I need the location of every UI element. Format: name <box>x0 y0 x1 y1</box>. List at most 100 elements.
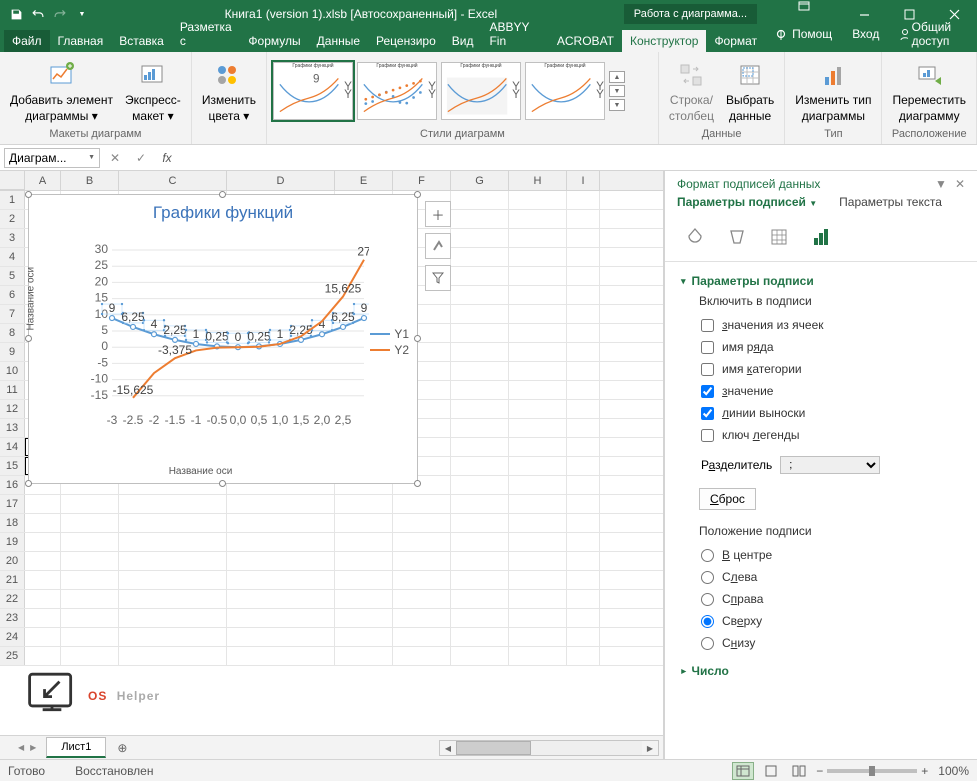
cell[interactable] <box>509 210 567 228</box>
sign-in[interactable]: Вход <box>842 23 889 45</box>
cell[interactable] <box>509 533 567 551</box>
zoom-slider[interactable] <box>827 769 917 773</box>
cell[interactable] <box>451 457 509 475</box>
cell[interactable] <box>335 628 393 646</box>
cell[interactable] <box>451 229 509 247</box>
cell[interactable] <box>567 229 600 247</box>
cell[interactable] <box>567 248 600 266</box>
cell[interactable] <box>451 514 509 532</box>
column-header[interactable]: A <box>25 171 61 190</box>
cell[interactable] <box>567 552 600 570</box>
save-icon[interactable] <box>8 6 24 22</box>
row-header[interactable]: 21 <box>0 571 25 589</box>
cell[interactable] <box>227 495 335 513</box>
column-header[interactable]: I <box>567 171 600 190</box>
cell[interactable] <box>451 571 509 589</box>
chart-styles-button[interactable] <box>425 233 451 259</box>
chart-title[interactable]: Графики функций <box>29 195 417 227</box>
column-header[interactable]: H <box>509 171 567 190</box>
cell[interactable] <box>567 286 600 304</box>
cell[interactable] <box>509 457 567 475</box>
cell[interactable] <box>451 191 509 209</box>
cell[interactable] <box>567 419 600 437</box>
tab-view[interactable]: Вид <box>444 30 482 52</box>
change-chart-type-button[interactable]: Изменить типдиаграммы <box>791 57 875 126</box>
cell[interactable] <box>61 533 119 551</box>
styles-scroll-up[interactable]: ▲ <box>609 71 625 83</box>
tab-design[interactable]: Конструктор <box>622 30 706 52</box>
cell[interactable] <box>451 343 509 361</box>
cell[interactable] <box>25 628 61 646</box>
label-options-icon[interactable] <box>807 223 835 251</box>
view-page-break-icon[interactable] <box>788 762 810 780</box>
cell[interactable] <box>227 590 335 608</box>
cell[interactable] <box>451 438 509 456</box>
chart-style-thumb[interactable]: Графики функцийY1Y2 <box>441 62 521 120</box>
chk-value[interactable]: значение <box>699 380 961 402</box>
cell[interactable] <box>567 476 600 494</box>
row-header[interactable]: 17 <box>0 495 25 513</box>
cell[interactable] <box>451 267 509 285</box>
cell[interactable] <box>509 324 567 342</box>
tab-formulas[interactable]: Формулы <box>240 30 308 52</box>
cell[interactable] <box>393 609 451 627</box>
chart-elements-button[interactable]: ＋ <box>425 201 451 227</box>
cell[interactable] <box>509 419 567 437</box>
row-header[interactable]: 3 <box>0 229 25 247</box>
fx-icon[interactable]: fx <box>156 148 178 168</box>
axis-title-x[interactable]: Название оси <box>29 466 372 477</box>
cell[interactable] <box>25 647 61 665</box>
cell[interactable] <box>227 571 335 589</box>
cell[interactable] <box>393 647 451 665</box>
rad-right[interactable]: Справа <box>699 588 961 610</box>
cell[interactable] <box>25 495 61 513</box>
column-header[interactable]: C <box>119 171 227 190</box>
cell[interactable] <box>61 552 119 570</box>
cell[interactable] <box>509 438 567 456</box>
cell[interactable] <box>567 457 600 475</box>
row-header[interactable]: 20 <box>0 552 25 570</box>
row-header[interactable]: 11 <box>0 381 25 399</box>
chart-filters-button[interactable] <box>425 265 451 291</box>
name-box[interactable]: Диаграм...▼ <box>4 148 100 168</box>
cell[interactable] <box>567 305 600 323</box>
separator-select[interactable]: ; <box>780 456 880 474</box>
chart-object[interactable]: Графики функций Название оси -15-10-5051… <box>28 194 418 484</box>
styles-more[interactable]: ▼ <box>609 99 625 111</box>
cell[interactable] <box>61 647 119 665</box>
cell[interactable] <box>393 628 451 646</box>
chk-leader-lines[interactable]: линии выноски <box>699 402 961 424</box>
cell[interactable] <box>567 647 600 665</box>
row-header[interactable]: 1 <box>0 191 25 209</box>
cell[interactable] <box>509 343 567 361</box>
row-header[interactable]: 10 <box>0 362 25 380</box>
cell[interactable] <box>567 628 600 646</box>
move-chart-button[interactable]: Переместитьдиаграмму <box>888 57 970 126</box>
cell[interactable] <box>567 571 600 589</box>
cell[interactable] <box>393 571 451 589</box>
tab-insert[interactable]: Вставка <box>111 30 172 52</box>
chart-style-thumb[interactable]: Графики функцийY1Y2 <box>525 62 605 120</box>
sheet-tab[interactable]: Лист1 <box>46 737 106 758</box>
styles-scroll-down[interactable]: ▼ <box>609 85 625 97</box>
axis-title-y[interactable]: Название оси <box>26 267 37 331</box>
column-header[interactable]: B <box>61 171 119 190</box>
zoom-level[interactable]: 100% <box>938 764 969 778</box>
cell[interactable] <box>567 590 600 608</box>
cell[interactable] <box>567 381 600 399</box>
pane-options-icon[interactable]: ▼ <box>935 177 947 191</box>
column-header[interactable]: E <box>335 171 393 190</box>
cell[interactable] <box>509 362 567 380</box>
select-all-triangle[interactable] <box>0 171 25 190</box>
reset-button[interactable]: Сброс <box>699 488 756 510</box>
cell[interactable] <box>61 514 119 532</box>
cell[interactable] <box>335 590 393 608</box>
undo-icon[interactable] <box>30 6 46 22</box>
cell[interactable] <box>451 286 509 304</box>
row-header[interactable]: 7 <box>0 305 25 323</box>
cell[interactable] <box>119 647 227 665</box>
cell[interactable] <box>451 419 509 437</box>
row-header[interactable]: 24 <box>0 628 25 646</box>
cell[interactable] <box>335 571 393 589</box>
cell[interactable] <box>451 609 509 627</box>
